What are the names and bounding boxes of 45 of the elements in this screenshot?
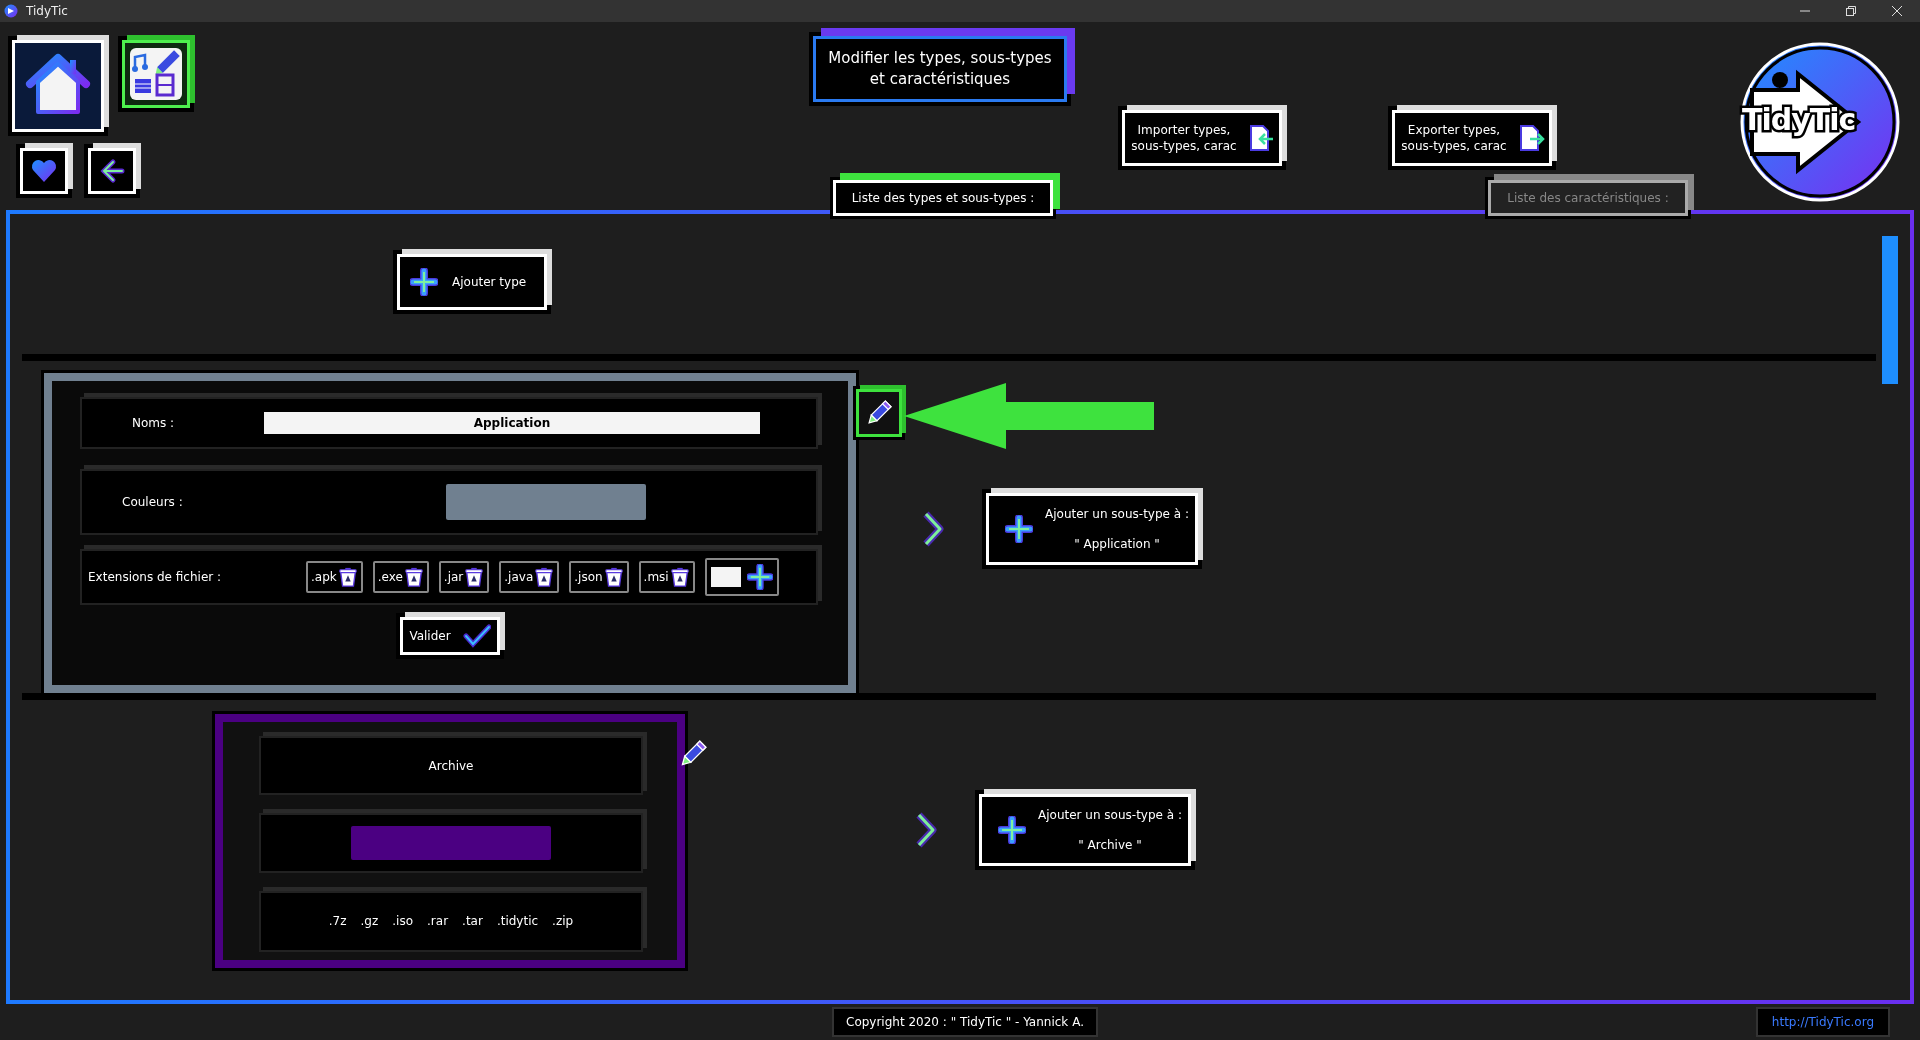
name-input[interactable]: Application xyxy=(264,412,760,434)
plus-icon xyxy=(410,268,438,296)
extension-label: .java xyxy=(504,570,534,584)
extension-label: .apk xyxy=(311,570,337,584)
copyright-text: Copyright 2020 : " TidyTic " - Yannick A. xyxy=(832,1007,1098,1037)
extension-label: .msi xyxy=(643,570,669,584)
window-title: TidyTic xyxy=(26,4,68,18)
plus-icon[interactable] xyxy=(746,564,773,590)
trash-icon[interactable] xyxy=(603,566,624,588)
type-name-label: " Application " xyxy=(1074,537,1160,551)
website-link[interactable]: http://TidyTic.org xyxy=(1755,1007,1890,1037)
plus-icon xyxy=(998,816,1026,844)
extension-label: .zip xyxy=(552,914,574,929)
extension-label: .tar xyxy=(462,914,483,929)
color-label: Couleurs : xyxy=(121,495,184,509)
extension-input[interactable] xyxy=(710,567,741,587)
extension-label: .iso xyxy=(392,914,414,929)
trash-icon[interactable] xyxy=(669,566,690,588)
media-files-icon xyxy=(129,47,183,101)
checkmark-icon xyxy=(462,624,491,648)
plus-icon xyxy=(1005,515,1033,543)
chevron-icon[interactable] xyxy=(915,812,939,848)
extension-label: .exe xyxy=(377,570,403,584)
type-name: Archive xyxy=(428,758,474,773)
add-subtype-label: Ajouter un sous-type à : xyxy=(1038,808,1182,822)
name-label: Noms : xyxy=(131,416,176,430)
extension-label: .7z xyxy=(328,914,347,929)
trash-icon[interactable] xyxy=(464,566,485,588)
logo-emblem-icon xyxy=(1738,40,1902,204)
trash-icon[interactable] xyxy=(403,566,424,588)
extensions-label: Extensions de fichier : xyxy=(87,570,223,584)
extension-label: .rar xyxy=(427,914,449,929)
trash-icon[interactable] xyxy=(534,566,555,588)
add-subtype-label: Ajouter un sous-type à : xyxy=(1045,507,1189,521)
extension-label: .tidytic xyxy=(496,914,539,929)
extension-label: .gz xyxy=(360,914,379,929)
trash-icon[interactable] xyxy=(337,566,358,588)
type-name-label: " Archive " xyxy=(1078,838,1142,852)
app-icon xyxy=(4,4,18,18)
scrollbar-thumb[interactable] xyxy=(1882,236,1898,384)
chevron-icon[interactable] xyxy=(922,511,946,547)
extension-label: .jar xyxy=(443,570,464,584)
extension-label: .json xyxy=(574,570,603,584)
file-export-icon xyxy=(1517,123,1547,153)
color-swatch[interactable] xyxy=(446,484,646,520)
